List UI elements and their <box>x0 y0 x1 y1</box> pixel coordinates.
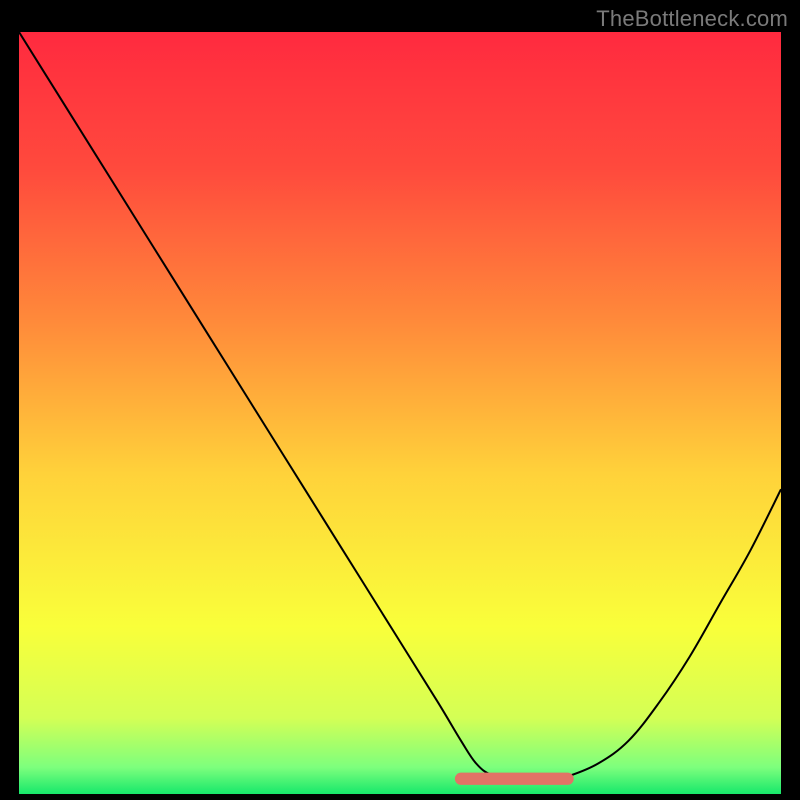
gradient-background <box>19 32 781 794</box>
chart-plot-area <box>19 32 781 794</box>
chart-frame: TheBottleneck.com <box>0 0 800 800</box>
watermark-text: TheBottleneck.com <box>596 6 788 32</box>
chart-svg <box>19 32 781 794</box>
